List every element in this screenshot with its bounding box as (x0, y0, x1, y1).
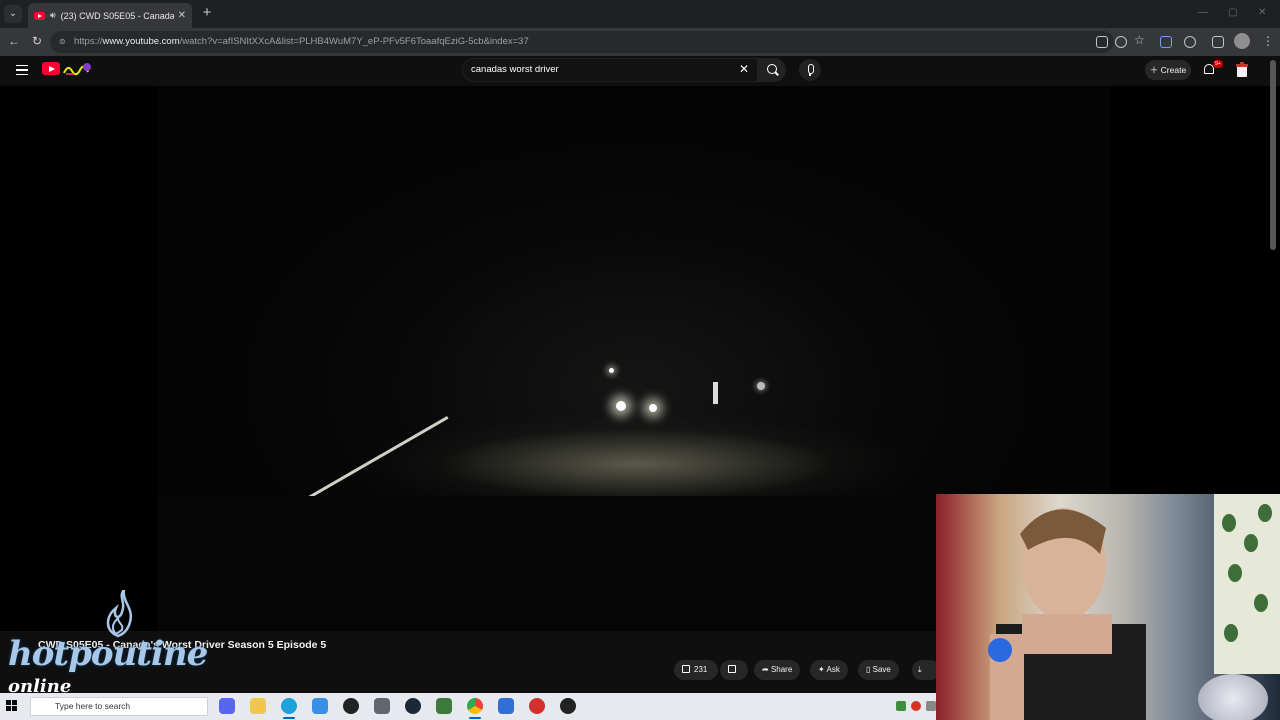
hamburger-menu-icon[interactable] (16, 65, 28, 75)
ask-button[interactable]: ✦ Ask (810, 660, 848, 680)
share-label: Share (770, 665, 793, 674)
like-count: 231 (694, 665, 708, 674)
active-app-indicator (469, 717, 481, 719)
app-icon[interactable] (529, 698, 545, 714)
browser-menu-icon[interactable]: ⋮ (1262, 34, 1274, 48)
settings-gear-icon[interactable] (374, 698, 390, 714)
sync-icon[interactable] (1184, 36, 1196, 48)
desk-lamp (1198, 674, 1268, 720)
share-button[interactable]: ➦ Share (754, 660, 801, 680)
profile-avatar-icon[interactable] (1234, 33, 1250, 49)
steam-icon[interactable] (405, 698, 421, 714)
zoom-icon[interactable] (1115, 36, 1127, 48)
youtube-logo-icon[interactable] (42, 62, 60, 75)
obs-icon[interactable] (343, 698, 359, 714)
edge-icon[interactable] (281, 698, 297, 714)
url-prefix: https:// (74, 36, 103, 47)
road-center-line (291, 416, 449, 509)
save-button[interactable]: ▯ Save (858, 660, 899, 680)
youtube-masthead: canadas worst driver ✕ ＋ Create 9+ (0, 56, 1280, 86)
back-arrow-icon[interactable]: ← (8, 34, 20, 48)
tray-icon[interactable] (896, 701, 906, 711)
extension-icon[interactable] (1160, 36, 1172, 48)
tray-icon[interactable] (926, 701, 936, 711)
browser-tab-youtube[interactable]: 🔊︎ (23) CWD S05E05 - Canada's Worst Driv… (28, 3, 192, 28)
search-input[interactable]: canadas worst driver (462, 58, 758, 82)
thumbs-up-icon (682, 665, 690, 673)
browser-tab-strip: ⌄ 🔊︎ (23) CWD S05E05 - Canada's Worst Dr… (0, 0, 1280, 28)
share-icon: ➦ (762, 665, 771, 674)
address-bar[interactable]: ⊜ https://www.youtube.com/watch?v=afISNIt… (50, 31, 1114, 53)
bookmark-icon: ▯ (866, 665, 873, 674)
road-marker-post (713, 382, 718, 404)
file-explorer-icon[interactable] (250, 698, 266, 714)
save-label: Save (872, 665, 891, 674)
windows-taskbar: Type here to search (0, 693, 936, 720)
browser-toolbar: ← ↻ ⊜ https://www.youtube.com/watch?v=afI… (0, 28, 1280, 56)
notification-count-badge: 9+ (1213, 60, 1223, 68)
create-label: Create (1160, 65, 1187, 75)
minecraft-icon[interactable] (436, 698, 452, 714)
tab-title: (23) CWD S05E05 - Canada's Worst Driver … (60, 10, 174, 21)
app-icon[interactable] (312, 698, 328, 714)
new-tab-button[interactable]: + (200, 5, 214, 21)
url-domain: www.youtube.com (102, 36, 180, 47)
dislike-button[interactable] (720, 660, 748, 680)
page-scrollbar[interactable] (1270, 60, 1276, 250)
ask-label: Ask (826, 665, 840, 674)
app-install-icon[interactable] (1096, 36, 1108, 48)
overlay-brand-text: hotpoutine (8, 634, 208, 674)
reload-icon[interactable]: ↻ (32, 34, 42, 48)
bookmark-star-icon[interactable]: ☆ (1134, 33, 1146, 47)
stream-overlay-logo: hotpoutine online (8, 590, 208, 700)
tab-search-dropdown-icon[interactable]: ⌄ (4, 5, 22, 23)
maximize-icon[interactable]: ▢ (1228, 7, 1237, 18)
webcam-feed (936, 494, 1280, 720)
search-icon[interactable] (758, 58, 786, 82)
download-icon: ⤓ (918, 665, 922, 674)
tray-icon[interactable] (911, 701, 921, 711)
youtube-doodle-logo[interactable] (62, 62, 92, 76)
discord-icon[interactable] (219, 698, 235, 714)
youtube-favicon-icon (34, 11, 45, 20)
car-headlight (616, 401, 626, 411)
speaker-icon[interactable]: 🔊︎ (50, 10, 56, 21)
thumbs-down-icon (728, 665, 736, 673)
car-headlight (649, 404, 657, 412)
app-icon[interactable] (498, 698, 514, 714)
road-sign-reflection (757, 382, 765, 390)
extensions-puzzle-icon[interactable] (1212, 36, 1224, 48)
create-button[interactable]: ＋ Create (1145, 60, 1191, 80)
site-info-icon[interactable]: ⊜ (59, 31, 66, 53)
microphone-icon[interactable] (799, 59, 821, 81)
active-app-indicator (283, 717, 295, 719)
minimize-icon[interactable]: — (1198, 7, 1208, 18)
clear-search-icon[interactable]: ✕ (739, 62, 749, 76)
account-avatar[interactable] (1235, 62, 1249, 78)
streamer-silhouette (988, 508, 1146, 720)
window-close-icon[interactable]: ✕ (1258, 7, 1266, 18)
like-button[interactable]: 231 (674, 660, 718, 680)
distant-light (609, 368, 614, 373)
close-icon[interactable]: ✕ (178, 10, 186, 21)
windows-start-icon[interactable] (6, 700, 18, 712)
wall-art (1214, 494, 1280, 674)
app-icon[interactable] (560, 698, 576, 714)
url-path: /watch?v=afISNItXXcA&list=PLHB4WuM7Y_eP-… (179, 36, 529, 47)
taskbar-search-input[interactable]: Type here to search (30, 697, 208, 716)
chrome-icon[interactable] (467, 698, 483, 714)
flame-icon (106, 590, 133, 638)
